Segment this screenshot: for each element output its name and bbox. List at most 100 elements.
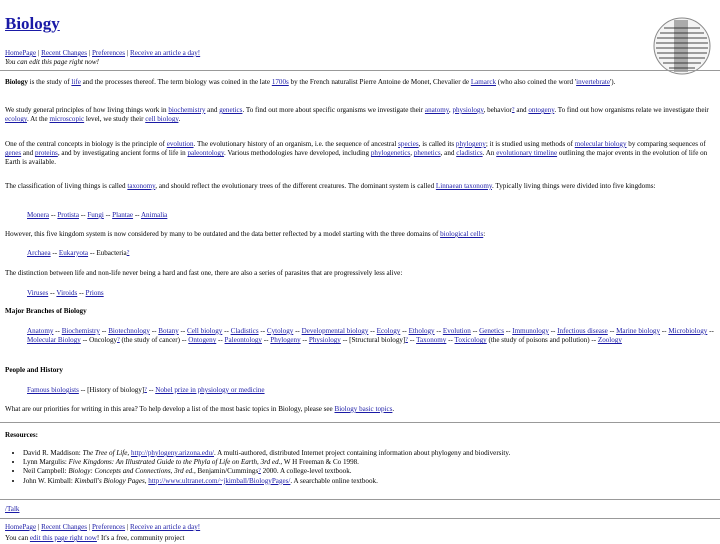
- nav-preferences-link[interactable]: Preferences: [92, 49, 125, 57]
- classification-paragraph: The classification of living things is c…: [5, 182, 656, 190]
- nav-homepage-link[interactable]: HomePage: [5, 49, 36, 57]
- branch-biochemistry-link[interactable]: Biochemistry: [62, 327, 100, 335]
- lamarck-link[interactable]: Lamarck: [471, 78, 496, 86]
- kimball-biology-pages-url-link[interactable]: http://www.ultranet.com/~jkimball/Biolog…: [148, 477, 290, 485]
- species-link[interactable]: species: [398, 140, 419, 148]
- page-title-link[interactable]: Biology: [5, 14, 60, 33]
- top-navigation: HomePage | Recent Changes | Preferences …: [5, 49, 201, 57]
- viroids-link[interactable]: Viroids: [56, 289, 77, 297]
- list-item: Lynn Margulis: Five Kingdoms: An Illustr…: [23, 458, 510, 467]
- talk-paragraph: /Talk: [5, 505, 715, 514]
- prions-link[interactable]: Prions: [86, 289, 104, 297]
- linnaean-taxonomy-link[interactable]: Linnaean taxonomy: [436, 182, 492, 190]
- ecology-link[interactable]: ecology: [5, 115, 27, 123]
- bottom-navigation: HomePage | Recent Changes | Preferences …: [5, 523, 201, 531]
- branches-heading: Major Branches of Biology: [5, 307, 87, 315]
- proteins-link[interactable]: proteins: [35, 149, 58, 157]
- parasites-list: Viruses -- Viroids -- Prions: [27, 289, 104, 297]
- branch-infectious-disease-link[interactable]: Infectious disease: [557, 327, 608, 335]
- branch-botany-link[interactable]: Botany: [158, 327, 179, 335]
- branch-developmental-biology-link[interactable]: Developmental biology: [302, 327, 369, 335]
- list-item: David R. Maddison: The Tree of Life, htt…: [23, 449, 510, 458]
- list-item: Neil Campbell: Biology: Concepts and Con…: [23, 467, 510, 476]
- branch-physiology-link[interactable]: Physiology: [309, 336, 341, 344]
- branch-evolution-link[interactable]: Evolution: [443, 327, 471, 335]
- branch-cell-biology-link[interactable]: Cell biology: [187, 327, 222, 335]
- people-list: Famous biologists -- [History of biology…: [27, 386, 265, 394]
- domains-paragraph: However, this five kingdom system is now…: [5, 230, 486, 238]
- structural-biology-create-link[interactable]: ?: [405, 337, 408, 343]
- intro-paragraph: Biology is the study of life and the pro…: [5, 78, 616, 86]
- phenetics-link[interactable]: phenetics: [414, 149, 441, 157]
- fungi-link[interactable]: Fungi: [87, 211, 104, 219]
- bottom-nav-recent-changes-link[interactable]: Recent Changes: [41, 523, 87, 531]
- 1700s-link[interactable]: 1700s: [272, 78, 289, 86]
- microscopic-link[interactable]: microscopic: [49, 115, 84, 123]
- cell-biology-link[interactable]: cell biology: [145, 115, 178, 123]
- evolution-paragraph: One of the central concepts in biology i…: [5, 140, 708, 167]
- branch-ecology-link[interactable]: Ecology: [377, 327, 401, 335]
- nobel-prize-link[interactable]: Nobel prize in physiology or medicine: [155, 386, 264, 394]
- nav-recent-changes-link[interactable]: Recent Changes: [41, 49, 87, 57]
- bottom-nav-preferences-link[interactable]: Preferences: [92, 523, 125, 531]
- domains-list: Archaea -- Eukaryota -- Eubacteria?: [27, 249, 130, 257]
- branch-molecular-biology-link[interactable]: Molecular Biology: [27, 336, 81, 344]
- biological-cells-link[interactable]: biological cells: [440, 230, 483, 238]
- viruses-link[interactable]: Viruses: [27, 289, 48, 297]
- priorities-paragraph: What are our priorities for writing in t…: [5, 405, 395, 413]
- animalia-link[interactable]: Animalia: [141, 211, 167, 219]
- physiology-link[interactable]: physiology: [452, 106, 483, 114]
- ontogeny-link[interactable]: ontogeny: [528, 106, 554, 114]
- list-item: John W. Kimball: Kimball's Biology Pages…: [23, 477, 510, 486]
- taxonomy-link[interactable]: taxonomy: [127, 182, 155, 190]
- branch-ethology-link[interactable]: Ethology: [409, 327, 435, 335]
- branch-biotechnology-link[interactable]: Biotechnology: [108, 327, 150, 335]
- archaea-link[interactable]: Archaea: [27, 249, 51, 257]
- phylogeny-link[interactable]: phylogeny: [456, 140, 486, 148]
- branch-toxicology-link[interactable]: Toxicology: [455, 336, 487, 344]
- life-link[interactable]: life: [71, 78, 80, 86]
- monera-link[interactable]: Monera: [27, 211, 49, 219]
- protista-link[interactable]: Protista: [57, 211, 79, 219]
- evolutionary-timeline-link[interactable]: evolutionary timeline: [496, 149, 557, 157]
- bottom-edit-link[interactable]: edit this page right now: [30, 534, 97, 542]
- genetics-link[interactable]: genetics: [219, 106, 242, 114]
- paleontology-link[interactable]: paleontology: [187, 149, 224, 157]
- phylogenetics-link[interactable]: phylogenetics: [371, 149, 410, 157]
- branch-genetics-link[interactable]: Genetics: [479, 327, 504, 335]
- branch-taxonomy-link[interactable]: Taxonomy: [416, 336, 446, 344]
- branch-anatomy-link[interactable]: Anatomy: [27, 327, 53, 335]
- branch-immunology-link[interactable]: Immunology: [512, 327, 549, 335]
- branch-cytology-link[interactable]: Cytology: [267, 327, 293, 335]
- bottom-nav-homepage-link[interactable]: HomePage: [5, 523, 36, 531]
- branch-cladistics-link[interactable]: Cladistics: [231, 327, 259, 335]
- bottom-nav-article-a-day-link[interactable]: Receive an article a day!: [130, 523, 200, 531]
- branch-microbiology-link[interactable]: Microbiology: [668, 327, 707, 335]
- page-title: Biology: [5, 13, 60, 35]
- famous-biologists-link[interactable]: Famous biologists: [27, 386, 79, 394]
- talk-link[interactable]: /Talk: [5, 505, 19, 513]
- molecular-biology-link[interactable]: molecular biology: [575, 140, 627, 148]
- resources-heading: Resources:: [5, 431, 38, 439]
- wikipedia-globe-logo[interactable]: [652, 16, 712, 76]
- eubacteria-create-link[interactable]: ?: [127, 250, 130, 256]
- evolution-link[interactable]: evolution: [167, 140, 194, 148]
- invertebrate-link[interactable]: invertebrate: [576, 78, 610, 86]
- tree-of-life-url-link[interactable]: http://phylogeny.arizona.edu/: [131, 449, 214, 457]
- nav-article-a-day-link[interactable]: Receive an article a day!: [130, 49, 200, 57]
- branches-list: Anatomy -- Biochemistry -- Biotechnology…: [27, 327, 714, 345]
- bottom-edit-note: You can edit this page right now! It's a…: [5, 534, 185, 542]
- edit-note: You can edit this page right now!: [5, 58, 99, 66]
- branch-marine-biology-link[interactable]: Marine biology: [616, 327, 660, 335]
- branch-ontogeny-link[interactable]: Ontogeny: [188, 336, 216, 344]
- cladistics-link[interactable]: cladistics: [456, 149, 482, 157]
- branch-paleontology-link[interactable]: Paleontology: [225, 336, 262, 344]
- biology-basic-topics-link[interactable]: Biology basic topics: [334, 405, 392, 413]
- plantae-link[interactable]: Plantae: [112, 211, 133, 219]
- biochemistry-link[interactable]: biochemistry: [168, 106, 205, 114]
- eukaryota-link[interactable]: Eukaryota: [59, 249, 88, 257]
- anatomy-link[interactable]: anatomy: [425, 106, 449, 114]
- branch-zoology-link[interactable]: Zoology: [598, 336, 622, 344]
- branch-phylogeny-link[interactable]: Phylogeny: [270, 336, 300, 344]
- genes-link[interactable]: genes: [5, 149, 21, 157]
